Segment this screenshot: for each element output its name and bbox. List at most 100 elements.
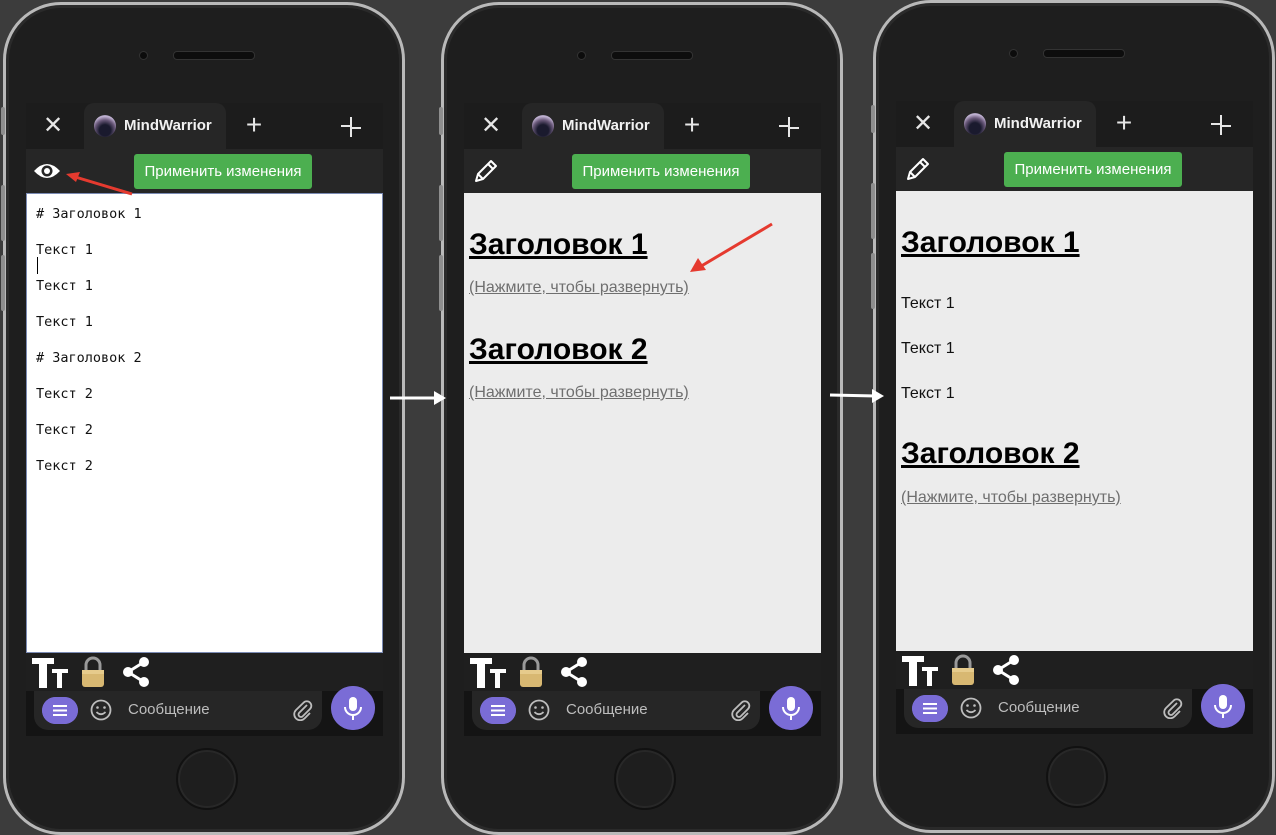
pencil-icon[interactable]: [902, 155, 932, 183]
tab-title: MindWarrior: [562, 117, 650, 134]
tab-mindwarrior[interactable]: MindWarrior: [522, 103, 664, 149]
earpiece-speaker: [611, 51, 693, 60]
close-icon[interactable]: ✕: [40, 113, 66, 139]
tab-title: MindWarrior: [994, 115, 1082, 132]
home-button[interactable]: [176, 748, 238, 810]
markdown-preview: Заголовок 1 Текст 1 Текст 1 Текст 1 Заго…: [896, 191, 1253, 651]
share-icon[interactable]: [558, 656, 590, 688]
expand-link[interactable]: (Нажмите, чтобы развернуть): [469, 279, 689, 297]
avatar: [532, 115, 554, 137]
paperclip-icon[interactable]: [292, 699, 314, 721]
editor-line: Текст 1: [36, 242, 93, 258]
emoji-icon[interactable]: [90, 699, 112, 721]
emoji-icon[interactable]: [960, 697, 982, 719]
lock-icon[interactable]: [950, 654, 976, 686]
text-format-icon[interactable]: [30, 655, 70, 689]
phone-frame-collapsed: ✕ MindWarrior + Применить изменения Заго…: [439, 2, 843, 835]
volume-button: [1, 185, 5, 241]
lock-icon[interactable]: [80, 656, 106, 688]
screen: ✕ MindWarrior + Применить изменения Заго…: [464, 103, 821, 736]
editor-line: Текст 1: [36, 314, 93, 330]
close-icon[interactable]: ✕: [478, 113, 504, 139]
message-bar: Сообщение: [896, 684, 1253, 734]
side-button: [1, 107, 5, 135]
share-icon[interactable]: [990, 654, 1022, 686]
editor-line: # Заголовок 2: [36, 350, 142, 366]
text-format-icon[interactable]: [468, 655, 508, 689]
message-composer: Сообщение: [904, 689, 1192, 728]
expand-link[interactable]: (Нажмите, чтобы развернуть): [469, 384, 689, 402]
flow-arrow-2: [829, 389, 884, 403]
side-button: [439, 107, 443, 135]
apply-changes-button[interactable]: Применить изменения: [572, 154, 750, 189]
eye-icon[interactable]: [32, 157, 62, 185]
avatar: [94, 115, 116, 137]
paperclip-icon[interactable]: [730, 699, 752, 721]
message-input[interactable]: Сообщение: [998, 699, 1080, 716]
message-input[interactable]: Сообщение: [566, 701, 648, 718]
menu-icon[interactable]: [42, 697, 78, 724]
editor-line: Текст 2: [36, 386, 93, 402]
section-text: Текст 1: [901, 385, 955, 402]
volume-button: [871, 183, 875, 239]
avatar: [964, 113, 986, 135]
volume-button: [1, 255, 5, 311]
lock-icon[interactable]: [518, 656, 544, 688]
microphone-icon[interactable]: [769, 686, 813, 730]
plus-icon[interactable]: +: [241, 111, 267, 139]
paperclip-icon[interactable]: [1162, 697, 1184, 719]
phone-frame-editor: ✕ MindWarrior + Применить изменения # За…: [1, 2, 405, 835]
message-input[interactable]: Сообщение: [128, 701, 210, 718]
section-text: Текст 1: [901, 340, 955, 357]
front-camera: [1009, 49, 1018, 58]
apply-changes-button[interactable]: Применить изменения: [1004, 152, 1182, 187]
message-bar: Сообщение: [26, 686, 383, 736]
markdown-editor[interactable]: # Заголовок 1 Текст 1 Текст 1 Текст 1 # …: [26, 193, 383, 653]
message-composer: Сообщение: [34, 691, 322, 730]
editor-toolbar: Применить изменения: [896, 147, 1253, 191]
close-icon[interactable]: ✕: [910, 111, 936, 137]
heading-1[interactable]: Заголовок 1: [901, 226, 1080, 260]
microphone-icon[interactable]: [1201, 684, 1245, 728]
minimize-icon[interactable]: [1209, 113, 1233, 137]
plus-icon[interactable]: +: [1111, 109, 1137, 137]
expand-link[interactable]: (Нажмите, чтобы развернуть): [901, 489, 1121, 507]
top-bar: ✕ MindWarrior +: [896, 101, 1253, 147]
section-text: Текст 1: [901, 295, 955, 312]
minimize-icon[interactable]: [777, 115, 801, 139]
heading-2[interactable]: Заголовок 2: [469, 333, 648, 367]
heading-2[interactable]: Заголовок 2: [901, 437, 1080, 471]
menu-icon[interactable]: [912, 695, 948, 722]
front-camera: [139, 51, 148, 60]
tab-title: MindWarrior: [124, 117, 212, 134]
phone-frame-expanded: ✕ MindWarrior + Применить изменения Заго…: [871, 0, 1275, 833]
volume-button: [871, 253, 875, 309]
home-button[interactable]: [1046, 746, 1108, 808]
editor-line: # Заголовок 1: [36, 206, 142, 222]
text-cursor: [37, 257, 38, 274]
editor-line: Текст 2: [36, 422, 93, 438]
apply-changes-button[interactable]: Применить изменения: [134, 154, 312, 189]
editor-toolbar: Применить изменения: [464, 149, 821, 193]
top-bar: ✕ MindWarrior +: [26, 103, 383, 149]
plus-icon[interactable]: +: [679, 111, 705, 139]
annotation-arrow-eye: [66, 172, 133, 196]
microphone-icon[interactable]: [331, 686, 375, 730]
home-button[interactable]: [614, 748, 676, 810]
volume-button: [439, 255, 443, 311]
front-camera: [577, 51, 586, 60]
text-format-icon[interactable]: [900, 653, 940, 687]
message-composer: Сообщение: [472, 691, 760, 730]
heading-1[interactable]: Заголовок 1: [469, 228, 648, 262]
tab-mindwarrior[interactable]: MindWarrior: [84, 103, 226, 149]
pencil-icon[interactable]: [470, 157, 500, 185]
menu-icon[interactable]: [480, 697, 516, 724]
volume-button: [439, 185, 443, 241]
emoji-icon[interactable]: [528, 699, 550, 721]
share-icon[interactable]: [120, 656, 152, 688]
annotation-arrow-expand: [690, 222, 773, 272]
message-bar: Сообщение: [464, 686, 821, 736]
flow-arrow-1: [390, 391, 446, 405]
minimize-icon[interactable]: [339, 115, 363, 139]
tab-mindwarrior[interactable]: MindWarrior: [954, 101, 1096, 147]
